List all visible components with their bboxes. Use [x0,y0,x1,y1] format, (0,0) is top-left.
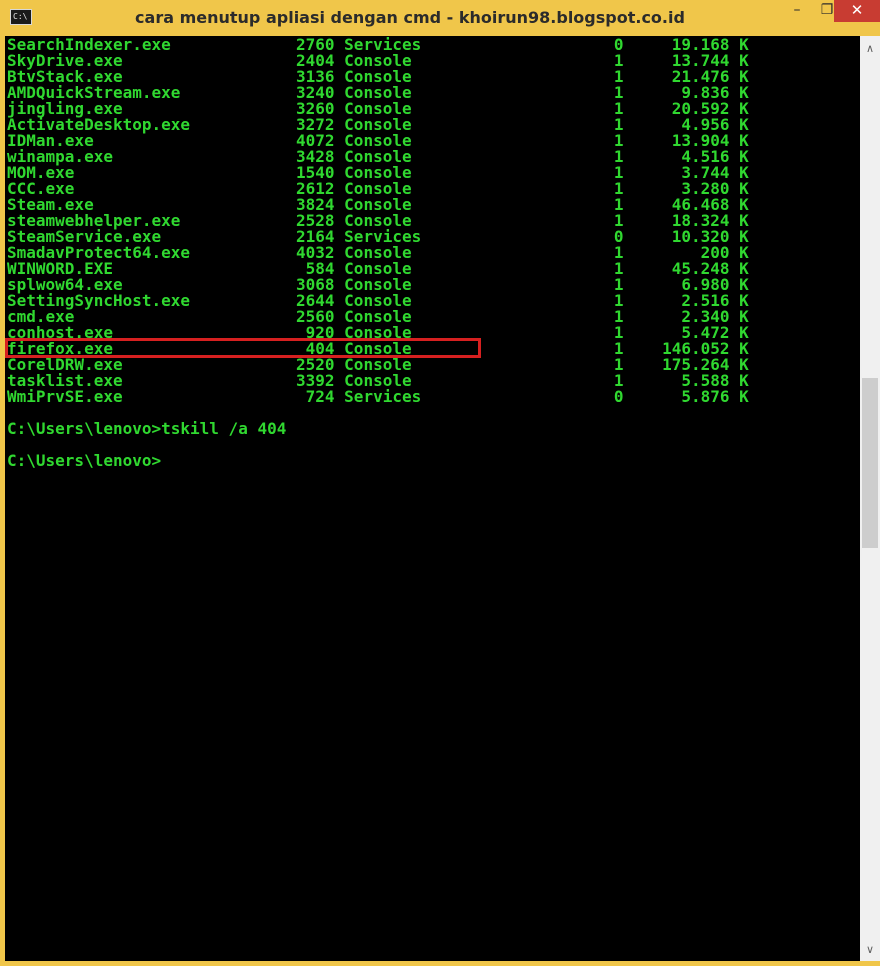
cmd-app-icon[interactable]: C:\ [10,9,32,25]
scroll-up-icon[interactable]: ∧ [860,40,880,58]
firefox-row-highlight [5,338,481,358]
close-button[interactable]: ✕ [834,0,880,22]
process-session-num: 0 [613,387,624,406]
command-line: C:\Users\lenovo>tskill /a 404 [7,419,287,438]
scroll-down-icon[interactable]: ∨ [860,941,880,959]
console-output[interactable]: SearchIndexer.exe 2760 Services 0 19.168… [5,36,860,961]
process-mem-usage: 5.876 K [623,387,749,406]
prompt-line[interactable]: C:\Users\lenovo> [7,453,749,469]
vertical-scrollbar[interactable]: ∧ ∨ [860,36,880,961]
console-window: C:\ cara menutup apliasi dengan cmd - kh… [0,0,880,966]
minimize-button[interactable]: – [782,0,812,22]
title-bar[interactable]: C:\ cara menutup apliasi dengan cmd - kh… [0,0,880,36]
process-row: WmiPrvSE.exe 724 Services 0 5.876 K [7,389,749,405]
window-title: cara menutup apliasi dengan cmd - khoiru… [135,8,685,27]
console-lines: SearchIndexer.exe 2760 Services 0 19.168… [7,37,749,469]
scroll-thumb[interactable] [862,378,878,548]
process-image-name: WmiPrvSE.exe [7,387,248,406]
process-session: Services [344,387,614,406]
process-pid: 724 [247,387,335,406]
window-bottom-border [0,961,880,966]
